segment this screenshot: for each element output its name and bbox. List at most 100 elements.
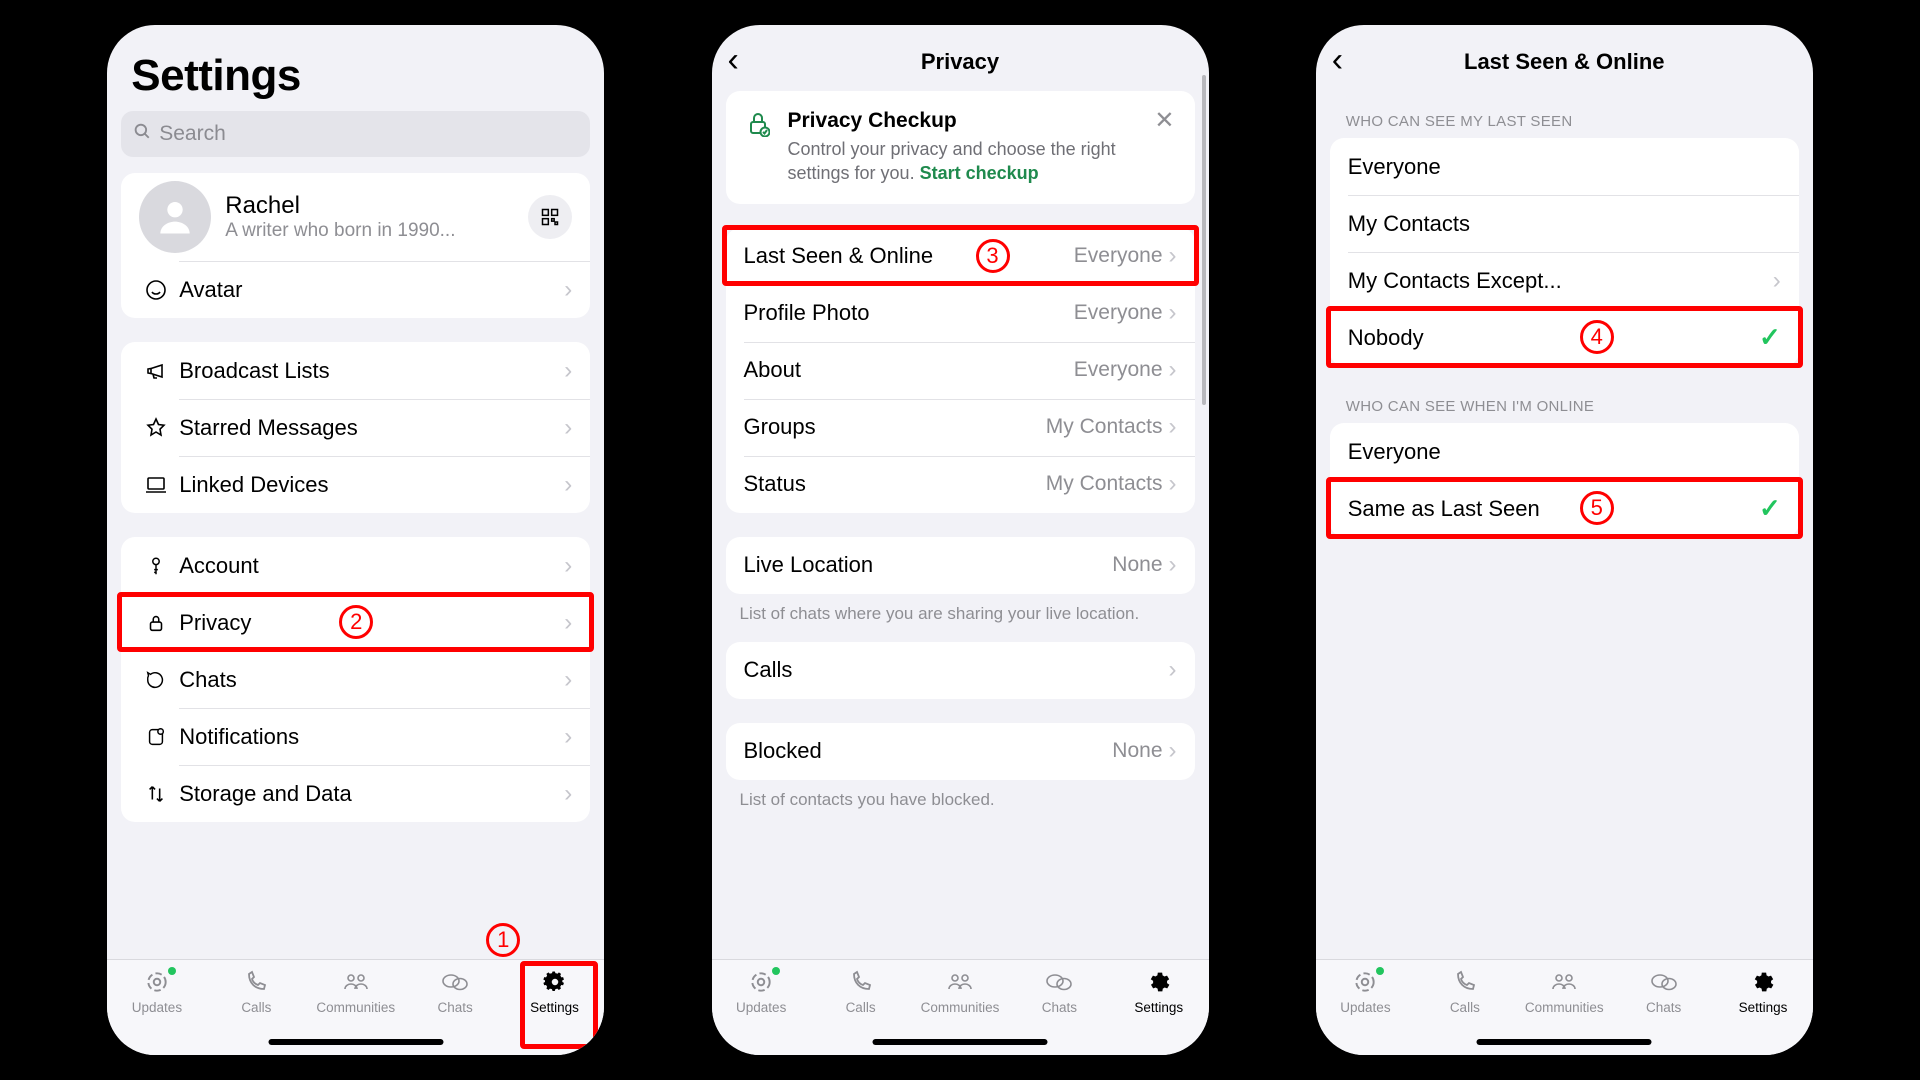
chevron-right-icon: › (1169, 356, 1177, 384)
annotation-3: 3 (976, 239, 1010, 273)
key-icon (139, 555, 173, 577)
broadcast-lists-row[interactable]: Broadcast Lists › (121, 342, 590, 399)
search-icon (133, 122, 151, 146)
tab-chats[interactable]: Chats (411, 968, 499, 1015)
tab-calls[interactable]: Calls (1421, 968, 1509, 1015)
profile-bio: A writer who born in 1990... (225, 220, 528, 242)
home-indicator (873, 1039, 1048, 1045)
back-button[interactable]: ‹ (728, 43, 739, 77)
chevron-right-icon: › (1169, 470, 1177, 498)
page-title: Privacy (921, 49, 999, 75)
page-title: Last Seen & Online (1464, 49, 1665, 75)
tab-calls[interactable]: Calls (817, 968, 905, 1015)
chats-row[interactable]: Chats › (121, 651, 590, 708)
chevron-right-icon: › (1773, 267, 1781, 295)
chevron-right-icon: › (564, 276, 572, 304)
blocked-note: List of contacts you have blocked. (712, 790, 1209, 828)
qr-code-button[interactable] (528, 195, 572, 239)
chevron-right-icon: › (564, 780, 572, 808)
notifications-row[interactable]: Notifications › (121, 708, 590, 765)
search-input[interactable]: Search (121, 111, 590, 157)
phone-privacy: ‹ Privacy Privacy Checkup Control your p… (712, 25, 1209, 1055)
chevron-right-icon: › (564, 471, 572, 499)
chat-icon (139, 669, 173, 691)
chevron-right-icon: › (564, 609, 572, 637)
phone-settings: Settings Search Rachel A writer who born… (107, 25, 604, 1055)
chevron-right-icon: › (1169, 551, 1177, 579)
annotation-1: 1 (486, 923, 520, 957)
close-icon[interactable]: ✕ (1154, 109, 1174, 133)
profile-name: Rachel (225, 192, 528, 220)
section-header-last-seen: WHO CAN SEE MY LAST SEEN (1316, 91, 1813, 138)
starred-messages-row[interactable]: Starred Messages › (121, 399, 590, 456)
tab-communities[interactable]: Communities (1520, 968, 1608, 1015)
option-nobody[interactable]: Nobody ✓ (1330, 309, 1799, 366)
phone-last-seen: ‹ Last Seen & Online WHO CAN SEE MY LAST… (1316, 25, 1813, 1055)
start-checkup-link[interactable]: Start checkup (920, 163, 1039, 183)
status-row[interactable]: Status My Contacts › (726, 456, 1195, 513)
checkup-title: Privacy Checkup (788, 109, 1137, 133)
notification-icon (139, 726, 173, 748)
checkup-body: Control your privacy and choose the righ… (788, 137, 1137, 186)
chevron-right-icon: › (564, 414, 572, 442)
chevron-right-icon: › (564, 552, 572, 580)
laptop-icon (139, 473, 173, 497)
option-my-contacts[interactable]: My Contacts (1330, 195, 1799, 252)
avatar-label: Avatar (179, 277, 564, 303)
page-title: Settings (107, 33, 604, 111)
megaphone-icon (139, 359, 173, 383)
chevron-right-icon: › (564, 357, 572, 385)
chevron-right-icon: › (1169, 737, 1177, 765)
blocked-row[interactable]: Blocked None › (726, 723, 1195, 780)
account-row[interactable]: Account › (121, 537, 590, 594)
option-everyone[interactable]: Everyone (1330, 138, 1799, 195)
star-icon (139, 416, 173, 440)
chevron-right-icon: › (1169, 656, 1177, 684)
calls-row[interactable]: Calls › (726, 642, 1195, 699)
option-my-contacts-except[interactable]: My Contacts Except... › (1330, 252, 1799, 309)
scrollbar[interactable] (1202, 75, 1206, 405)
lock-icon (139, 612, 173, 634)
tab-settings[interactable]: Settings (1719, 968, 1807, 1015)
chevron-right-icon: › (564, 666, 572, 694)
about-row[interactable]: About Everyone › (726, 342, 1195, 399)
linked-devices-row[interactable]: Linked Devices › (121, 456, 590, 513)
privacy-checkup-card[interactable]: Privacy Checkup Control your privacy and… (726, 91, 1195, 204)
tab-settings[interactable]: Settings (1115, 968, 1203, 1015)
home-indicator (268, 1039, 443, 1045)
option-online-everyone[interactable]: Everyone (1330, 423, 1799, 480)
profile-photo-row[interactable]: Profile Photo Everyone › (726, 285, 1195, 342)
live-location-row[interactable]: Live Location None › (726, 537, 1195, 594)
tab-updates[interactable]: Updates (113, 968, 201, 1015)
transfer-icon (139, 783, 173, 805)
chevron-right-icon: › (1169, 242, 1177, 270)
annotation-2: 2 (339, 605, 373, 639)
avatar-icon (139, 278, 173, 302)
home-indicator (1477, 1039, 1652, 1045)
tab-updates[interactable]: Updates (717, 968, 805, 1015)
tab-settings[interactable]: Settings (511, 968, 599, 1015)
search-placeholder: Search (159, 122, 226, 146)
avatar-row[interactable]: Avatar › (121, 261, 590, 318)
lock-check-icon (746, 111, 770, 142)
profile-row[interactable]: Rachel A writer who born in 1990... (121, 173, 590, 261)
storage-data-row[interactable]: Storage and Data › (121, 765, 590, 822)
chevron-right-icon: › (564, 723, 572, 751)
tab-calls[interactable]: Calls (212, 968, 300, 1015)
live-location-note: List of chats where you are sharing your… (712, 604, 1209, 642)
tab-chats[interactable]: Chats (1620, 968, 1708, 1015)
option-same-as-last-seen[interactable]: Same as Last Seen ✓ (1330, 480, 1799, 537)
chevron-right-icon: › (1169, 413, 1177, 441)
back-button[interactable]: ‹ (1332, 43, 1343, 77)
check-icon: ✓ (1759, 493, 1781, 524)
tab-updates[interactable]: Updates (1321, 968, 1409, 1015)
annotation-4: 4 (1580, 320, 1614, 354)
annotation-5: 5 (1580, 491, 1614, 525)
tab-communities[interactable]: Communities (916, 968, 1004, 1015)
last-seen-online-row[interactable]: Last Seen & Online Everyone › (726, 228, 1195, 285)
tab-communities[interactable]: Communities (312, 968, 400, 1015)
chevron-right-icon: › (1169, 299, 1177, 327)
avatar (139, 181, 211, 253)
groups-row[interactable]: Groups My Contacts › (726, 399, 1195, 456)
tab-chats[interactable]: Chats (1015, 968, 1103, 1015)
